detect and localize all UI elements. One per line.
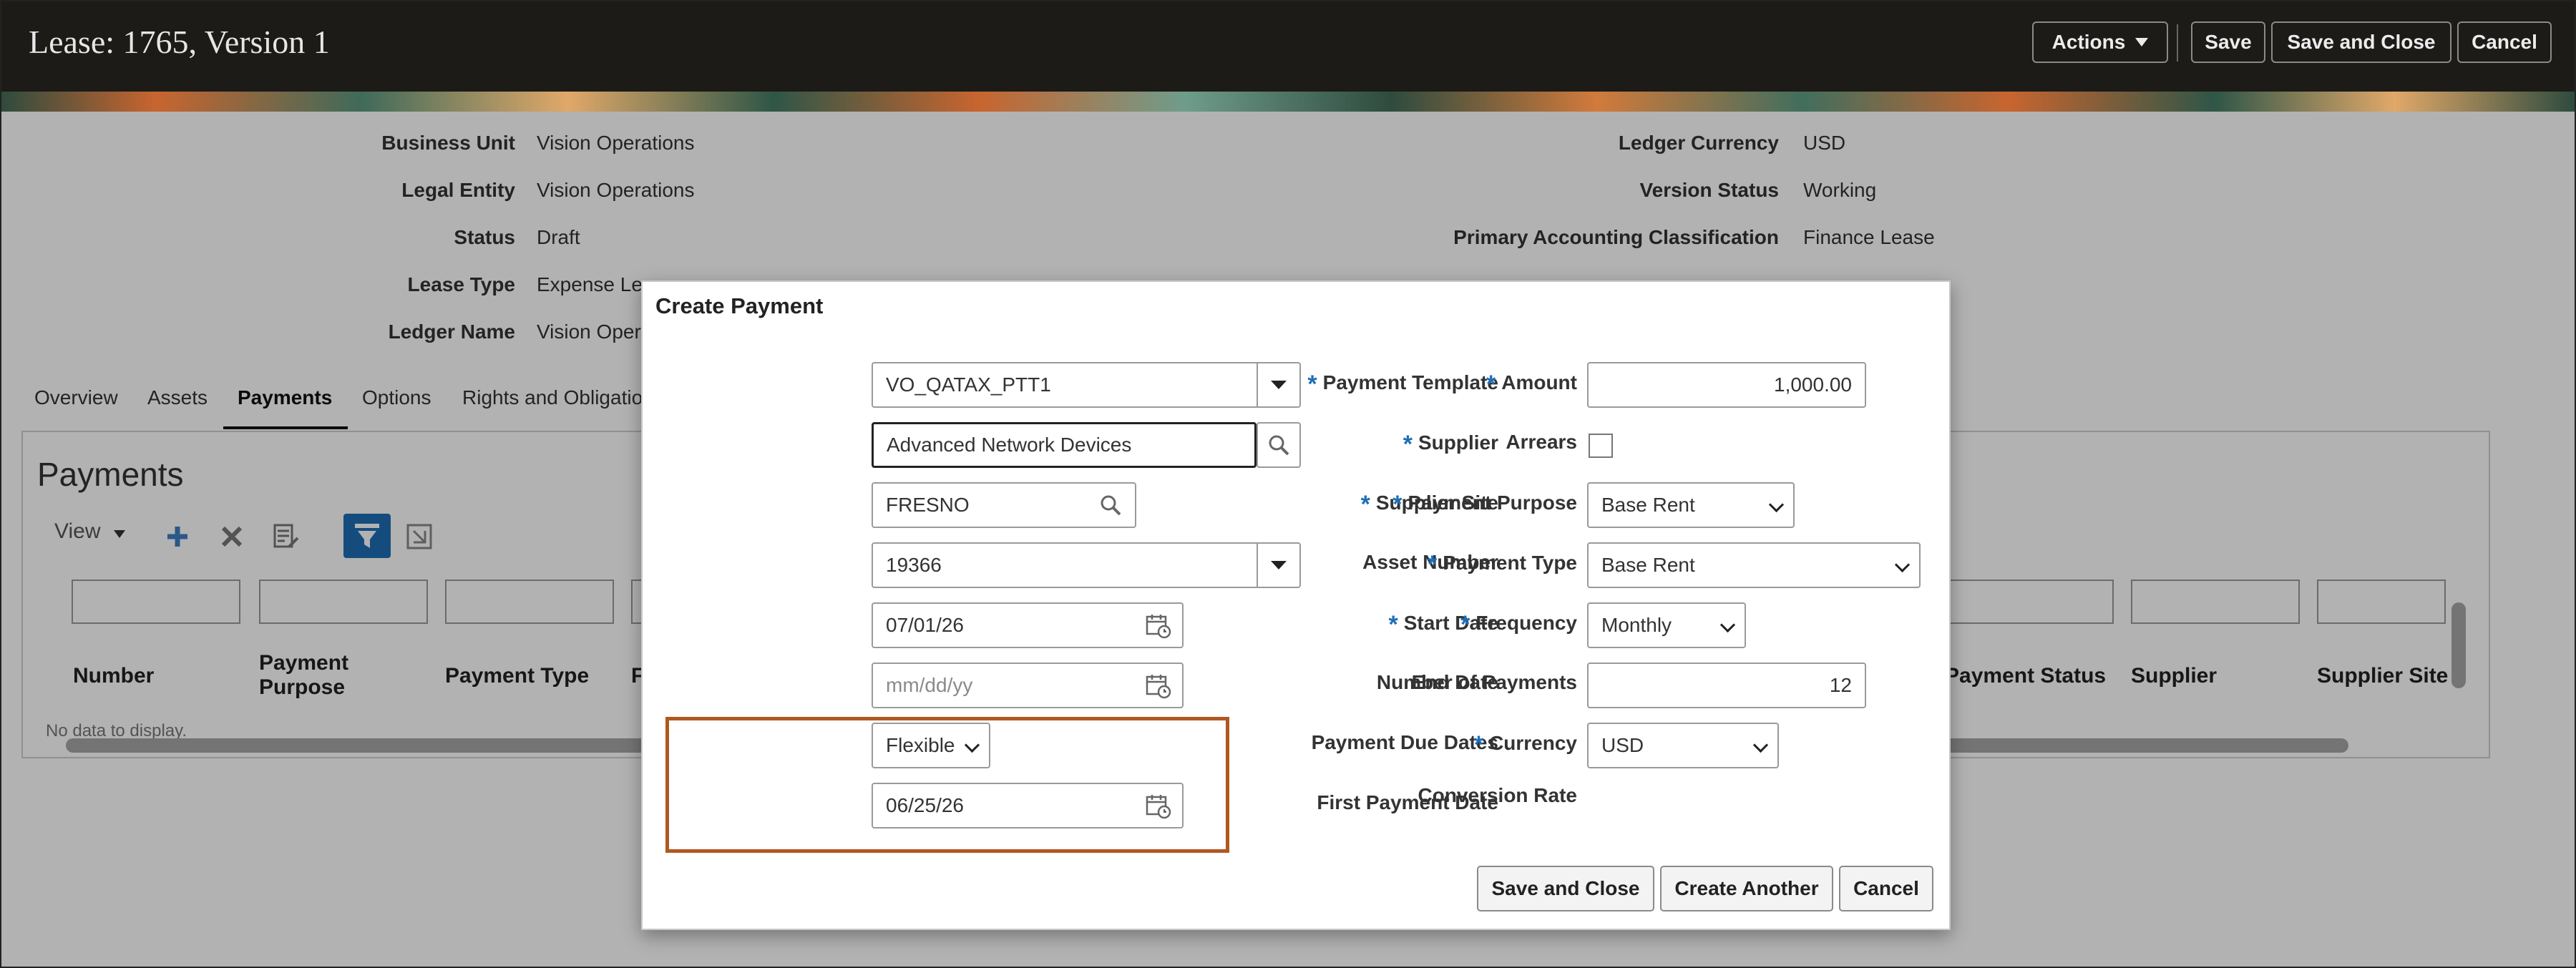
frequency-label-text: Frequency: [1475, 612, 1577, 634]
payment-purpose-select[interactable]: Base Rent: [1587, 482, 1795, 528]
actions-menu-button[interactable]: Actions: [2032, 21, 2168, 63]
payment-type-select[interactable]: Base Rent: [1587, 542, 1921, 588]
payment-type-label: * Payment Type: [643, 551, 1577, 579]
amount-value: 1,000.00: [1774, 373, 1852, 396]
payment-type-value: Base Rent: [1601, 554, 1695, 576]
chevron-down-icon: [1768, 497, 1785, 513]
required-marker: *: [1460, 611, 1470, 638]
payment-type-label-text: Payment Type: [1443, 552, 1577, 574]
decorative-banner: [1, 92, 2575, 112]
page-header: Lease: 1765, Version 1 Actions Save Save…: [1, 1, 2575, 92]
dialog-cancel-button[interactable]: Cancel: [1839, 866, 1933, 911]
required-marker: *: [1486, 371, 1496, 398]
cancel-button[interactable]: Cancel: [2457, 21, 2552, 63]
create-another-button[interactable]: Create Another: [1660, 866, 1833, 911]
amount-label: * Amount: [643, 371, 1577, 399]
required-marker: *: [1473, 731, 1484, 758]
currency-value: USD: [1601, 734, 1644, 756]
currency-select[interactable]: USD: [1587, 723, 1779, 768]
dialog-save-and-close-button[interactable]: Save and Close: [1477, 866, 1654, 911]
page-title: Lease: 1765, Version 1: [29, 24, 330, 60]
frequency-label: * Frequency: [643, 611, 1577, 639]
dialog-title: Create Payment: [655, 293, 824, 318]
header-separator: [2177, 24, 2178, 62]
number-of-payments-label: Number of Payments: [1376, 671, 1577, 693]
app-frame: Lease: 1765, Version 1 Actions Save Save…: [0, 0, 2576, 968]
amount-label-text: Amount: [1501, 371, 1577, 393]
highlight-box: [665, 717, 1229, 853]
number-of-payments-value: 12: [1829, 674, 1852, 696]
payment-purpose-value: Base Rent: [1601, 494, 1695, 516]
number-of-payments-input[interactable]: 12: [1587, 663, 1866, 708]
required-marker: *: [1427, 551, 1438, 578]
chevron-down-icon: [1719, 617, 1736, 633]
payment-purpose-label: * Payment Purpose: [643, 491, 1577, 519]
payment-purpose-label-text: Payment Purpose: [1407, 492, 1577, 514]
actions-label: Actions: [2051, 31, 2126, 53]
required-marker: *: [1392, 491, 1402, 518]
amount-input[interactable]: 1,000.00: [1587, 362, 1866, 408]
chevron-down-icon: [1752, 737, 1769, 753]
frequency-value: Monthly: [1601, 614, 1672, 636]
frequency-select[interactable]: Monthly: [1587, 602, 1746, 648]
save-and-close-button[interactable]: Save and Close: [2271, 21, 2451, 63]
caret-down-icon: [2135, 38, 2149, 47]
currency-label-text: Currency: [1489, 732, 1577, 754]
save-button[interactable]: Save: [2191, 21, 2265, 63]
arrears-checkbox[interactable]: [1589, 434, 1613, 458]
arrears-label: Arrears: [1506, 431, 1577, 453]
chevron-down-icon: [1894, 557, 1911, 573]
